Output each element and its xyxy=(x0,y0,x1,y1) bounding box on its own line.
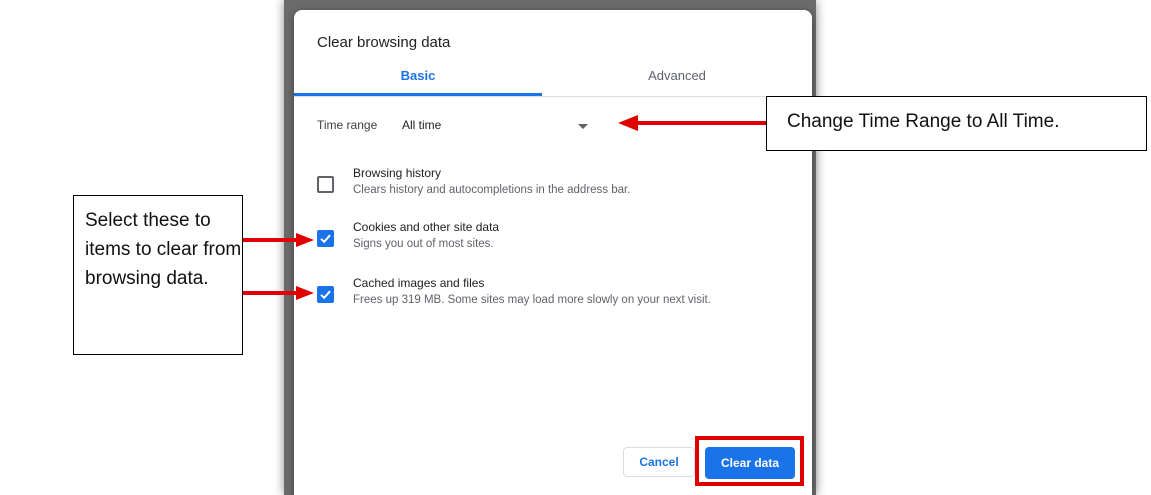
tab-basic[interactable]: Basic xyxy=(294,68,542,83)
time-range-value: All time xyxy=(402,118,442,132)
chevron-down-icon xyxy=(578,124,588,129)
backdrop-text xyxy=(294,0,794,10)
clear-data-button[interactable]: Clear data xyxy=(705,447,795,479)
clear-browsing-data-dialog: Clear browsing data Basic Advanced Time … xyxy=(294,10,812,495)
cookies-title: Cookies and other site data xyxy=(353,220,500,234)
option-browsing-history[interactable]: Browsing history Clears history and auto… xyxy=(294,166,812,210)
option-cookies[interactable]: Cookies and other site data Signs you ou… xyxy=(294,220,812,264)
browsing-history-title: Browsing history xyxy=(353,166,442,180)
tab-divider xyxy=(294,96,812,97)
cookies-description: Signs you out of most sites. xyxy=(353,238,494,250)
cached-images-description: Frees up 319 MB. Some sites may load mor… xyxy=(353,294,711,306)
tab-advanced[interactable]: Advanced xyxy=(542,68,812,83)
cached-images-title: Cached images and files xyxy=(353,276,485,290)
time-range-callout: Change Time Range to All Time. xyxy=(766,96,1147,151)
items-callout: Select these to items to clear from brow… xyxy=(73,195,243,355)
time-range-select[interactable]: All time xyxy=(402,114,592,138)
cookies-checkbox[interactable] xyxy=(317,230,334,247)
cached-images-checkbox[interactable] xyxy=(317,286,334,303)
time-range-label: Time range xyxy=(317,118,378,132)
checkmark-icon xyxy=(320,234,331,244)
cancel-button[interactable]: Cancel xyxy=(623,447,695,477)
browsing-history-checkbox[interactable] xyxy=(317,176,334,193)
option-cached-images[interactable]: Cached images and files Frees up 319 MB.… xyxy=(294,276,812,320)
browsing-history-description: Clears history and autocompletions in th… xyxy=(353,184,631,196)
dialog-title: Clear browsing data xyxy=(317,34,451,51)
checkmark-icon xyxy=(320,290,331,300)
